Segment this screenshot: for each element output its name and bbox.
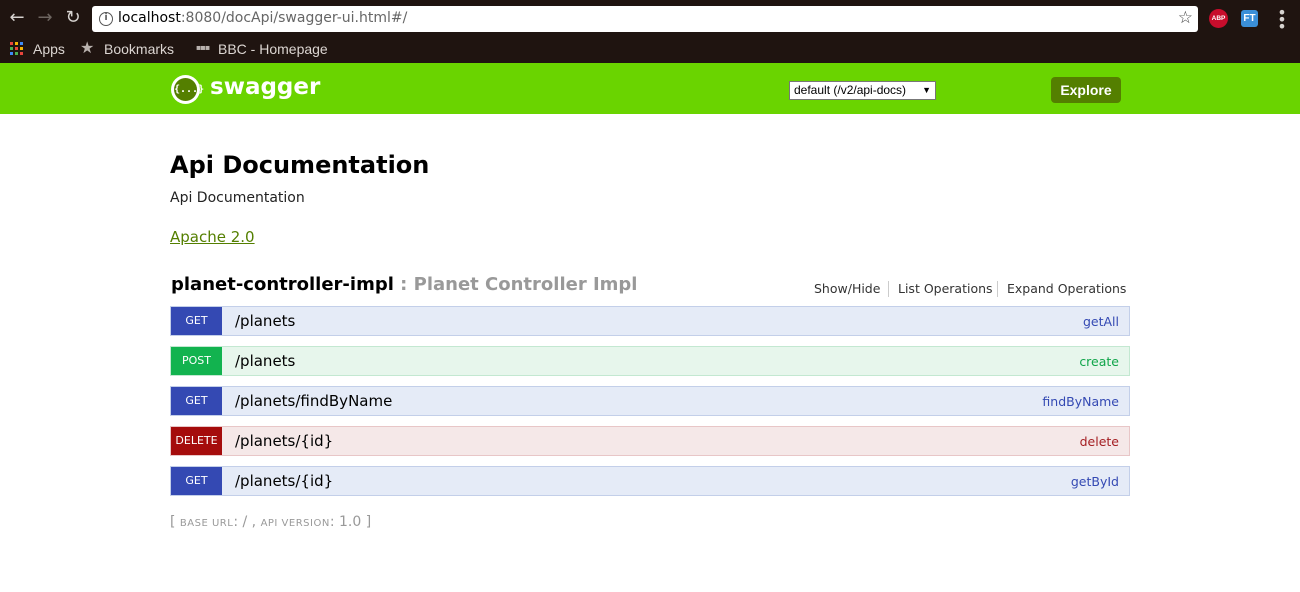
resource-separator: : — [400, 274, 408, 295]
operation-row[interactable]: GET /planets/{id} getById — [170, 466, 1130, 496]
resource-heading[interactable]: planet-controller-impl : Planet Controll… — [171, 274, 637, 295]
bookmark-apps[interactable]: Apps — [33, 39, 65, 59]
swagger-logo-text[interactable]: swagger — [210, 74, 320, 100]
operation-path[interactable]: /planets/{id} — [235, 472, 333, 490]
operation-nickname[interactable]: delete — [1080, 434, 1119, 449]
browser-toolbar: ← → ↻ i localhost:8080/docApi/swagger-ui… — [0, 0, 1300, 38]
link-divider — [997, 281, 998, 297]
operation-nickname[interactable]: create — [1079, 354, 1119, 369]
ft-extension-icon[interactable]: FT — [1241, 10, 1258, 27]
operation-path[interactable]: /planets/{id} — [235, 432, 333, 450]
http-method-badge[interactable]: GET — [171, 387, 222, 415]
link-divider — [888, 281, 889, 297]
dropdown-caret-icon: ▼ — [922, 85, 931, 95]
operation-path[interactable]: /planets — [235, 352, 295, 370]
kebab-menu-icon[interactable]: • • • — [1276, 5, 1288, 35]
operation-row[interactable]: DELETE /planets/{id} delete — [170, 426, 1130, 456]
bbc-favicon-icon: ▪▪▪ — [196, 43, 210, 52]
swagger-logo-icon[interactable]: {...} — [171, 75, 204, 104]
base-url-label: base url — [179, 518, 234, 529]
resource-name[interactable]: planet-controller-impl — [171, 274, 394, 295]
adblock-extension-icon[interactable]: ABP — [1209, 9, 1228, 28]
bookmark-bbc-homepage[interactable]: BBC - Homepage — [218, 39, 328, 59]
operation-nickname[interactable]: findByName — [1042, 394, 1119, 409]
bookmarks-star-icon: ★ — [80, 38, 95, 57]
operation-path[interactable]: /planets — [235, 312, 295, 330]
forward-arrow-icon[interactable]: → — [35, 8, 55, 28]
address-bar[interactable]: i localhost:8080/docApi/swagger-ui.html#… — [92, 6, 1198, 32]
http-method-badge[interactable]: DELETE — [171, 427, 222, 455]
operation-nickname[interactable]: getAll — [1083, 314, 1119, 329]
api-description: Api Documentation — [170, 190, 305, 206]
api-spec-select[interactable]: default (/v2/api-docs) ▼ — [789, 81, 936, 100]
info-icon[interactable]: i — [99, 12, 113, 26]
bookmark-bookmarks[interactable]: Bookmarks — [104, 39, 174, 59]
page-title: Api Documentation — [170, 151, 430, 179]
swagger-header: {...} swagger default (/v2/api-docs) ▼ Ex… — [0, 63, 1300, 114]
operation-row[interactable]: GET /planets/findByName findByName — [170, 386, 1130, 416]
api-version-label: api version — [260, 518, 330, 529]
operation-path[interactable]: /planets/findByName — [235, 392, 392, 410]
apps-grid-icon[interactable] — [10, 42, 23, 55]
operation-nickname[interactable]: getById — [1071, 474, 1119, 489]
license-link[interactable]: Apache 2.0 — [170, 228, 255, 246]
http-method-badge[interactable]: POST — [171, 347, 222, 375]
base-url-value: / — [242, 514, 248, 530]
list-operations-link[interactable]: List Operations — [898, 281, 993, 296]
http-method-badge[interactable]: GET — [171, 467, 222, 495]
api-version-value: 1.0 — [339, 514, 362, 530]
show-hide-link[interactable]: Show/Hide — [814, 281, 880, 296]
back-arrow-icon[interactable]: ← — [7, 8, 27, 28]
http-method-badge[interactable]: GET — [171, 307, 222, 335]
operation-row[interactable]: POST /planets create — [170, 346, 1130, 376]
reload-icon[interactable]: ↻ — [63, 8, 83, 28]
bookmark-star-icon[interactable]: ☆ — [1178, 8, 1193, 28]
resource-description: Planet Controller Impl — [413, 274, 638, 295]
api-meta-info: [ base url: / , api version: 1.0 ] — [170, 514, 372, 530]
explore-button[interactable]: Explore — [1051, 77, 1121, 103]
operation-row[interactable]: GET /planets getAll — [170, 306, 1130, 336]
expand-operations-link[interactable]: Expand Operations — [1007, 281, 1126, 296]
url-text[interactable]: localhost:8080/docApi/swagger-ui.html#/ — [118, 10, 407, 26]
bookmarks-bar: Apps ★ Bookmarks ▪▪▪ BBC - Homepage — [0, 38, 1300, 63]
